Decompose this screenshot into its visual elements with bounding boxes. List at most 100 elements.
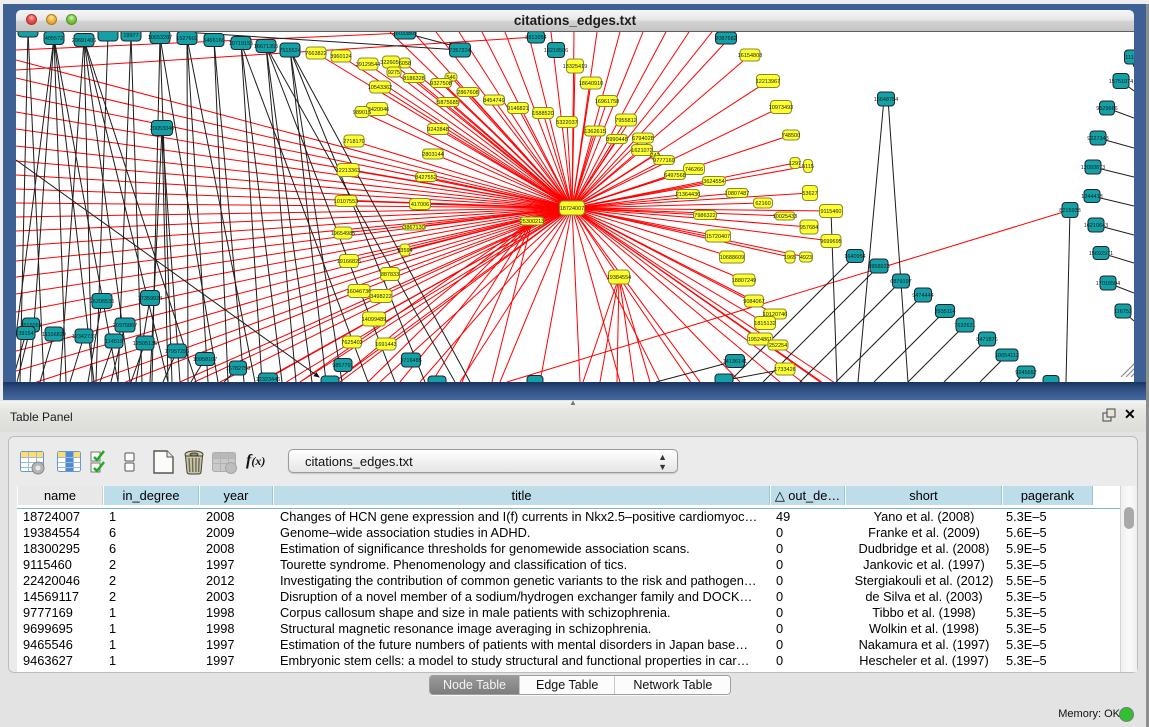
svg-text:8215938: 8215938: [1059, 208, 1080, 214]
svg-text:2803144: 2803144: [422, 152, 443, 158]
svg-text:1112: 1112: [1125, 55, 1134, 61]
svg-text:6879197: 6879197: [890, 279, 911, 285]
svg-text:1362615: 1362615: [584, 129, 605, 135]
svg-text:12342737: 12342737: [72, 334, 96, 340]
svg-text:405572: 405572: [45, 36, 63, 42]
svg-text:20053346: 20053346: [150, 126, 174, 132]
svg-text:16961758: 16961758: [595, 99, 619, 105]
svg-text:11156829: 11156829: [42, 332, 66, 338]
svg-text:15751074: 15751074: [1109, 79, 1133, 85]
svg-text:10958107: 10958107: [193, 357, 217, 363]
svg-text:9227343: 9227343: [1087, 136, 1108, 142]
svg-text:1527602: 1527602: [176, 36, 197, 42]
svg-text:417006: 417006: [411, 202, 429, 208]
svg-text:9245652: 9245652: [1015, 370, 1036, 376]
svg-text:16033809: 16033809: [393, 32, 417, 37]
svg-text:7632621: 7632621: [954, 323, 975, 329]
svg-text:17957255: 17957255: [165, 349, 189, 355]
svg-text:3960124: 3960124: [330, 54, 351, 60]
svg-text:19384554: 19384554: [607, 275, 631, 281]
svg-text:7625402: 7625402: [341, 340, 362, 346]
svg-text:1244418: 1244418: [1081, 194, 1102, 200]
svg-text:62160: 62160: [755, 201, 770, 207]
svg-text:3498222: 3498222: [370, 294, 391, 300]
svg-text:5115: 5115: [802, 164, 814, 170]
svg-text:8813054: 8813054: [525, 35, 546, 41]
svg-text:18640910: 18640910: [579, 81, 603, 87]
svg-text:10653287: 10653287: [148, 35, 172, 41]
svg-text:9084067: 9084067: [743, 299, 764, 305]
svg-text:16210643: 16210643: [1084, 223, 1108, 229]
svg-text:8186328: 8186328: [403, 76, 424, 82]
svg-text:2718170: 2718170: [343, 139, 364, 145]
svg-text:10807487: 10807487: [725, 191, 749, 197]
svg-text:26206536: 26206536: [90, 299, 114, 305]
svg-text:9857791: 9857791: [332, 363, 353, 369]
svg-text:748500: 748500: [782, 133, 800, 139]
svg-text:1815132: 1815132: [754, 321, 775, 327]
svg-text:1588520: 1588520: [532, 111, 553, 117]
svg-text:1640954: 1640954: [844, 254, 865, 260]
svg-text:7955812: 7955812: [615, 118, 636, 124]
svg-text:12323446: 12323446: [256, 377, 280, 382]
svg-text:10688609: 10688609: [720, 255, 744, 261]
svg-text:18807249: 18807249: [732, 278, 756, 284]
svg-text:9474444: 9474444: [912, 293, 933, 299]
svg-text:16671355: 16671355: [254, 44, 278, 50]
svg-text:8958923: 8958923: [868, 264, 889, 270]
svg-text:17359924: 17359924: [138, 296, 162, 302]
svg-text:10107553: 10107553: [334, 199, 358, 205]
svg-text:16154808: 16154808: [738, 53, 762, 59]
svg-text:10973493: 10973493: [769, 105, 793, 111]
svg-text:20691406: 20691406: [72, 38, 96, 44]
svg-text:6058: 6058: [399, 61, 411, 67]
svg-text:5322037: 5322037: [556, 120, 577, 126]
svg-text:12213363: 12213363: [336, 168, 360, 174]
svg-text:114519: 114519: [105, 339, 123, 345]
svg-text:6466160: 6466160: [203, 38, 224, 44]
svg-text:12093873: 12093873: [1081, 165, 1105, 171]
svg-text:2935114: 2935114: [934, 309, 955, 315]
svg-text:16782759: 16782759: [226, 366, 250, 372]
svg-text:17016504: 17016504: [1096, 281, 1120, 287]
svg-text:12213967: 12213967: [756, 79, 780, 85]
svg-text:15720407: 15720407: [706, 234, 730, 240]
svg-text:19977: 19977: [123, 33, 138, 39]
svg-text:10719155: 10719155: [229, 41, 253, 47]
svg-text:7357224: 7357224: [449, 48, 470, 54]
svg-text:957684: 957684: [800, 225, 818, 231]
svg-text:7515524: 7515524: [279, 48, 300, 54]
svg-text:6497568: 6497568: [664, 173, 685, 179]
svg-text:8454749: 8454749: [483, 98, 504, 104]
svg-text:14136141: 14136141: [723, 359, 747, 365]
svg-text:3867130: 3867130: [403, 225, 424, 231]
svg-text:6794028: 6794028: [632, 136, 653, 142]
svg-text:3716485: 3716485: [400, 358, 421, 364]
svg-text:9275: 9275: [388, 70, 400, 76]
svg-text:3624554: 3624554: [703, 179, 724, 185]
svg-text:10543362: 10543362: [368, 85, 392, 91]
svg-text:21364436: 21364436: [676, 192, 700, 198]
svg-text:1691443: 1691443: [375, 342, 396, 348]
svg-text:9529966: 9529966: [1096, 106, 1117, 112]
svg-text:7986322: 7986322: [694, 213, 715, 219]
svg-text:9146821: 9146821: [507, 106, 528, 112]
svg-text:1297: 1297: [789, 161, 801, 167]
svg-text:887833: 887833: [381, 272, 399, 278]
svg-text:13325419: 13325419: [563, 64, 587, 70]
svg-text:8471876: 8471876: [976, 337, 997, 343]
svg-text:5875685: 5875685: [437, 100, 458, 106]
svg-text:252254: 252254: [769, 343, 787, 349]
svg-text:20975867: 20975867: [113, 323, 137, 329]
svg-text:8990448: 8990448: [606, 137, 627, 143]
svg-text:39129544: 39129544: [356, 62, 380, 68]
svg-text:10025433: 10025433: [773, 214, 797, 220]
svg-text:116753: 116753: [1114, 309, 1132, 315]
svg-text:16046736: 16046736: [347, 289, 371, 295]
svg-text:8427552: 8427552: [415, 175, 436, 181]
svg-text:19166825: 19166825: [337, 259, 361, 265]
svg-text:53594: 53594: [397, 248, 412, 254]
svg-text:53627: 53627: [802, 191, 817, 197]
svg-text:1965: 1965: [784, 255, 796, 261]
svg-text:15692971: 15692971: [1089, 251, 1113, 257]
